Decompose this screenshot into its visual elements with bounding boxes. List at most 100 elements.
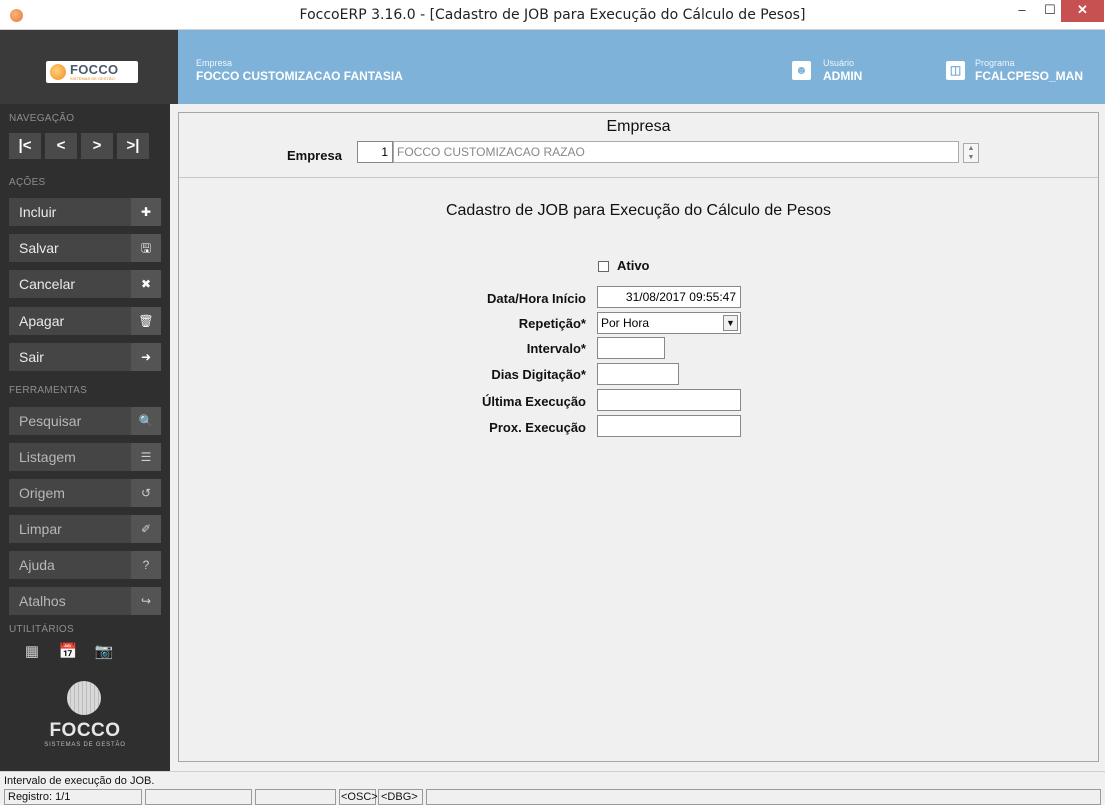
header-programa-caption: Programa — [975, 58, 1015, 68]
listagem-button[interactable]: Listagem ☰ — [9, 443, 161, 471]
program-icon: ◫ — [946, 61, 965, 80]
prox-execucao-label: Prox. Execução — [489, 420, 586, 435]
window-titlebar: FoccoERP 3.16.0 - [Cadastro de JOB para … — [0, 0, 1105, 30]
tools-section-title: FERRAMENTAS — [9, 385, 88, 396]
first-record-button[interactable]: |< — [9, 133, 41, 159]
window-title: FoccoERP 3.16.0 - [Cadastro de JOB para … — [299, 7, 806, 23]
footer-logo-text: FOCCO — [49, 720, 121, 741]
empresa-label: Empresa — [287, 148, 342, 163]
ajuda-label: Ajuda — [19, 557, 55, 573]
empresa-spinner[interactable]: ▲ ▼ — [963, 143, 979, 163]
prox-execucao-field[interactable] — [597, 415, 741, 437]
status-cell-last — [426, 789, 1101, 805]
atalhos-button[interactable]: Atalhos ↪ — [9, 587, 161, 615]
limpar-label: Limpar — [19, 521, 62, 537]
incluir-label: Incluir — [19, 204, 57, 220]
app-header: FOCCO SISTEMAS DE GESTÃO Empresa FOCCO C… — [0, 30, 1105, 104]
sidebar: NAVEGAÇÃO |< < > >| AÇÕES Incluir ✚ Salv… — [0, 104, 170, 771]
data-hora-field[interactable]: 31/08/2017 09:55:47 — [597, 286, 741, 308]
list-icon: ☰ — [131, 443, 161, 471]
cancelar-label: Cancelar — [19, 276, 76, 292]
origem-label: Origem — [19, 485, 65, 501]
repeticao-value: Por Hora — [601, 316, 650, 330]
status-bar: Intervalo de execução do JOB. Registro: … — [0, 771, 1105, 805]
calendar-icon[interactable]: 📅 — [58, 642, 78, 662]
empresa-section: Empresa Empresa 1 FOCCO CUSTOMIZACAO RAZ… — [179, 113, 1098, 178]
focco-globe-icon — [67, 681, 101, 715]
sair-button[interactable]: Sair ➜ — [9, 343, 161, 371]
registro-cell: Registro: 1/1 — [4, 789, 142, 805]
cancelar-button[interactable]: Cancelar ✖ — [9, 270, 161, 298]
plus-icon: ✚ — [131, 198, 161, 226]
footer-logo-subtitle: SISTEMAS DE GESTÃO — [44, 742, 126, 748]
form-panel: Empresa Empresa 1 FOCCO CUSTOMIZACAO RAZ… — [178, 112, 1099, 762]
nav-section-title: NAVEGAÇÃO — [9, 113, 75, 124]
undo-icon: ↺ — [131, 479, 161, 507]
header-info-bar: Empresa FOCCO CUSTOMIZACAO FANTASIA ☻ Us… — [178, 30, 1105, 104]
apagar-label: Apagar — [19, 313, 65, 329]
nav-buttons: |< < > >| — [9, 133, 149, 159]
next-record-button[interactable]: > — [81, 133, 113, 159]
search-icon: 🔍 — [131, 407, 161, 435]
header-usuario-value: ADMIN — [823, 69, 863, 83]
logo-subtitle: SISTEMAS DE GESTÃO — [70, 76, 115, 81]
empresa-section-title: Empresa — [606, 118, 671, 135]
last-record-button[interactable]: >| — [117, 133, 149, 159]
eraser-icon: ✐ — [131, 515, 161, 543]
osc-cell: <OSC> — [339, 789, 378, 805]
sair-label: Sair — [19, 349, 44, 365]
intervalo-label: Intervalo* — [526, 341, 586, 356]
salvar-button[interactable]: Salvar 🖫 — [9, 234, 161, 262]
ultima-execucao-label: Última Execução — [481, 394, 586, 409]
ultima-execucao-field[interactable] — [597, 389, 741, 411]
ativo-checkbox[interactable] — [598, 261, 609, 272]
exit-icon: ➜ — [131, 343, 161, 371]
listagem-label: Listagem — [19, 449, 76, 465]
ajuda-button[interactable]: Ajuda ? — [9, 551, 161, 579]
close-button[interactable]: ✕ — [1061, 0, 1104, 22]
main-area: Empresa Empresa 1 FOCCO CUSTOMIZACAO RAZ… — [170, 104, 1105, 771]
header-programa-value: FCALCPESO_MAN — [975, 69, 1084, 83]
form-title: Cadastro de JOB para Execução do Cálculo… — [445, 202, 832, 219]
header-empresa: Empresa FOCCO CUSTOMIZACAO FANTASIA — [196, 58, 403, 83]
pesquisar-button[interactable]: Pesquisar 🔍 — [9, 407, 161, 435]
previous-record-button[interactable]: < — [45, 133, 77, 159]
header-empresa-caption: Empresa — [196, 58, 233, 68]
actions-section-title: AÇÕES — [9, 177, 46, 188]
origem-button[interactable]: Origem ↺ — [9, 479, 161, 507]
atalhos-label: Atalhos — [19, 593, 66, 609]
globe-icon — [50, 64, 66, 80]
focco-logo: FOCCO SISTEMAS DE GESTÃO — [46, 61, 138, 83]
chevron-down-icon: ▼ — [723, 315, 738, 331]
dbg-cell: <DBG> — [378, 789, 423, 805]
dias-digitacao-field[interactable] — [597, 363, 679, 385]
repeticao-select[interactable]: Por Hora ▼ — [597, 312, 741, 334]
data-hora-label: Data/Hora Início — [487, 291, 586, 306]
trash-icon: 🗑 — [131, 307, 161, 335]
apagar-button[interactable]: Apagar 🗑 — [9, 307, 161, 335]
status-cell-2 — [145, 789, 252, 805]
calculator-icon[interactable]: ▦ — [22, 642, 42, 662]
camera-icon[interactable]: 📷 — [94, 642, 114, 662]
logo-text: FOCCO — [70, 62, 119, 77]
status-message: Intervalo de execução do JOB. — [4, 775, 155, 787]
dias-digitacao-label: Dias Digitação* — [491, 367, 586, 382]
header-usuario-caption: Usuário — [823, 58, 855, 68]
utility-buttons: ▦ 📅 📷 — [22, 642, 114, 662]
incluir-button[interactable]: Incluir ✚ — [9, 198, 161, 226]
repeticao-label: Repetição* — [518, 316, 586, 331]
user-icon: ☻ — [792, 61, 811, 80]
empresa-code-field[interactable]: 1 — [357, 141, 393, 163]
ativo-label: Ativo — [617, 258, 650, 273]
help-icon: ? — [131, 551, 161, 579]
intervalo-field[interactable] — [597, 337, 665, 359]
logo-area: FOCCO SISTEMAS DE GESTÃO — [0, 30, 178, 104]
utils-section-title: UTILITÁRIOS — [9, 624, 74, 635]
pesquisar-label: Pesquisar — [19, 413, 82, 429]
header-empresa-value: FOCCO CUSTOMIZACAO FANTASIA — [196, 69, 403, 83]
shortcut-icon: ↪ — [131, 587, 161, 615]
status-cell-3 — [255, 789, 336, 805]
header-usuario: Usuário ADMIN — [823, 58, 862, 83]
save-icon: 🖫 — [131, 234, 161, 262]
limpar-button[interactable]: Limpar ✐ — [9, 515, 161, 543]
